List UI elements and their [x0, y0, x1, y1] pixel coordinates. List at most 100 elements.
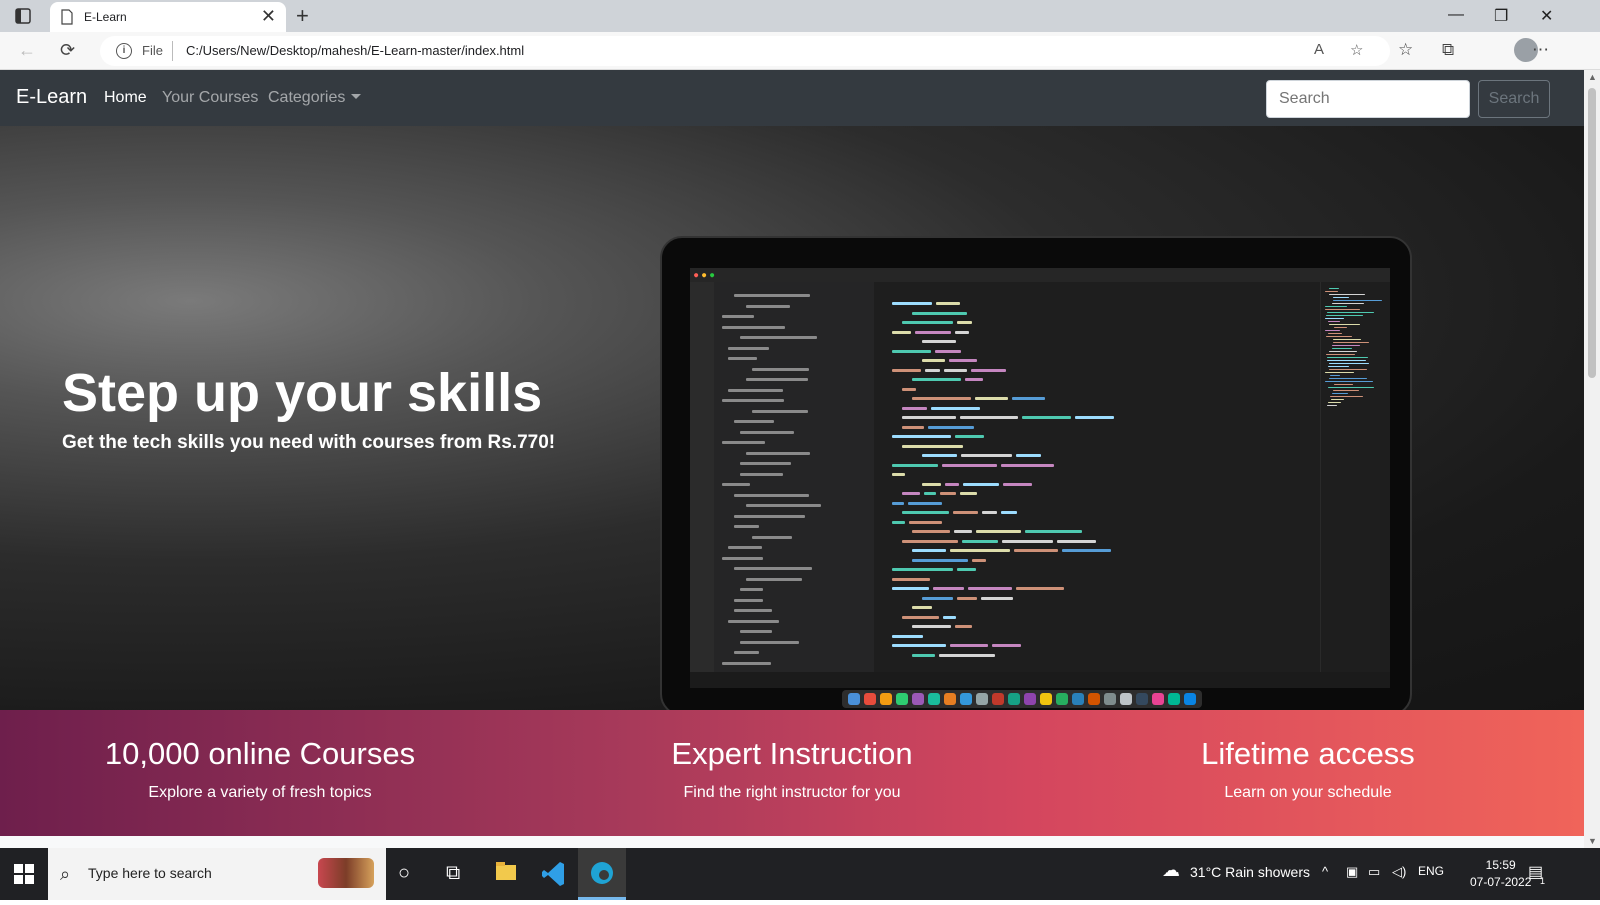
code-line-image	[1022, 416, 1071, 419]
hero-subtitle: Get the tech skills you need with course…	[62, 432, 556, 453]
add-favorite-icon[interactable]: ☆	[1350, 41, 1363, 59]
windows-start-icon[interactable]	[14, 864, 34, 884]
file-entry-image	[728, 546, 762, 549]
code-line-image	[922, 454, 957, 457]
close-window-icon[interactable]: ✕	[1540, 6, 1553, 26]
tab-title: E-Learn	[84, 10, 127, 24]
code-line-image	[957, 596, 977, 600]
minimap-line-image	[1326, 354, 1355, 355]
code-line-image	[945, 482, 959, 486]
file-entry-image	[722, 556, 763, 560]
cortana-icon[interactable]: ○	[398, 862, 410, 885]
vscode-icon[interactable]	[530, 848, 578, 900]
nav-link-your-courses[interactable]: Your Courses	[162, 89, 258, 107]
nav-link-home[interactable]: Home	[104, 89, 147, 107]
file-entry-image	[734, 567, 812, 570]
page-scrollbar[interactable]: ▲ ▼	[1584, 70, 1600, 848]
favorites-icon[interactable]: ☆	[1398, 40, 1413, 60]
code-line-image	[892, 644, 946, 647]
minimap-line-image	[1332, 303, 1364, 304]
scroll-up-icon[interactable]: ▲	[1588, 72, 1597, 82]
taskbar-search[interactable]: ⌕ Type here to search	[48, 848, 386, 900]
code-line-image	[902, 444, 963, 448]
network-icon[interactable]: ▭	[1368, 864, 1380, 880]
search-button[interactable]: Search	[1478, 80, 1550, 118]
code-line-image	[944, 368, 967, 372]
code-line-image	[955, 330, 969, 334]
tab-actions-icon[interactable]	[14, 7, 32, 25]
file-explorer-icon[interactable]	[482, 848, 530, 900]
code-line-image	[939, 653, 995, 657]
divider	[172, 41, 173, 61]
close-tab-icon[interactable]: ✕	[261, 7, 276, 25]
file-entry-image	[740, 472, 783, 476]
minimap-line-image	[1329, 351, 1357, 352]
editor-statusbar	[690, 672, 1390, 688]
chevron-up-icon[interactable]: ^	[1322, 864, 1328, 879]
back-icon[interactable]: ←	[18, 40, 36, 61]
minimize-icon[interactable]: —	[1448, 6, 1464, 24]
weather-text[interactable]: 31°C Rain showers	[1190, 864, 1310, 880]
minimap-line-image	[1332, 348, 1352, 349]
code-line-image	[1062, 549, 1111, 552]
page-icon	[61, 9, 73, 25]
code-line-image	[892, 520, 905, 524]
minimap-line-image	[1328, 387, 1374, 388]
code-line-image	[963, 482, 999, 486]
restore-icon[interactable]: ❐	[1494, 6, 1508, 26]
code-line-image	[892, 302, 932, 305]
collections-icon[interactable]: ⧉	[1442, 40, 1454, 60]
minimap-line-image	[1327, 360, 1366, 361]
code-line-image	[912, 653, 935, 657]
code-line-image	[922, 340, 956, 343]
code-line-image	[972, 558, 986, 562]
minimap-line-image	[1326, 336, 1352, 337]
dock-app-icon	[1008, 693, 1020, 705]
language-indicator[interactable]: ENG	[1418, 864, 1444, 878]
new-tab-icon[interactable]: +	[296, 3, 309, 29]
more-menu-icon[interactable]: ⋯	[1532, 40, 1549, 60]
file-entry-image	[746, 451, 810, 455]
browser-tab[interactable]: E-Learn ✕	[50, 2, 286, 32]
search-input[interactable]	[1266, 80, 1470, 118]
code-line-image	[892, 463, 938, 467]
clock-time: 15:59	[1485, 858, 1516, 872]
code-line-image	[892, 435, 951, 438]
code-line-image	[912, 558, 968, 562]
dock-app-icon	[976, 693, 988, 705]
file-entry-image	[728, 346, 769, 350]
url-text[interactable]: C:/Users/New/Desktop/mahesh/E-Learn-mast…	[186, 43, 524, 58]
minimap-line-image	[1334, 327, 1347, 328]
code-line-image	[902, 321, 953, 324]
task-view-icon[interactable]: ⧉	[446, 862, 460, 885]
editor-minimap	[1320, 282, 1390, 672]
info-icon[interactable]: i	[116, 43, 132, 59]
code-line-image	[1014, 549, 1058, 552]
nav-link-categories[interactable]: Categories	[268, 89, 362, 107]
read-aloud-icon[interactable]: A	[1314, 41, 1324, 58]
code-line-image	[975, 397, 1008, 400]
code-line-image	[931, 406, 980, 410]
brand-logo[interactable]: E-Learn	[16, 86, 87, 109]
minimap-line-image	[1334, 384, 1353, 385]
volume-icon[interactable]: ◁)	[1392, 864, 1406, 880]
system-clock[interactable]: 15:59 07-07-2022	[1470, 857, 1531, 891]
file-entry-image	[722, 325, 785, 329]
minimap-line-image	[1325, 306, 1347, 307]
page-continuation	[0, 836, 1584, 848]
code-line-image	[982, 511, 997, 514]
minimap-line-image	[1329, 294, 1365, 295]
address-bar[interactable]: i File C:/Users/New/Desktop/mahesh/E-Lea…	[100, 36, 1390, 66]
meet-icon[interactable]: ▣	[1346, 864, 1358, 880]
code-line-image	[953, 511, 978, 514]
file-entry-image	[752, 535, 792, 539]
refresh-icon[interactable]: ⟳	[60, 40, 75, 61]
code-editor-image: ● ● ●	[690, 268, 1390, 688]
minimap-line-image	[1325, 318, 1344, 319]
dock-app-icon	[944, 693, 956, 705]
scroll-down-icon[interactable]: ▼	[1588, 836, 1597, 846]
file-entry-image	[746, 504, 821, 507]
scrollbar-thumb[interactable]	[1588, 88, 1596, 378]
weather-icon[interactable]: ☁	[1162, 860, 1180, 881]
edge-browser-icon[interactable]	[578, 848, 626, 900]
